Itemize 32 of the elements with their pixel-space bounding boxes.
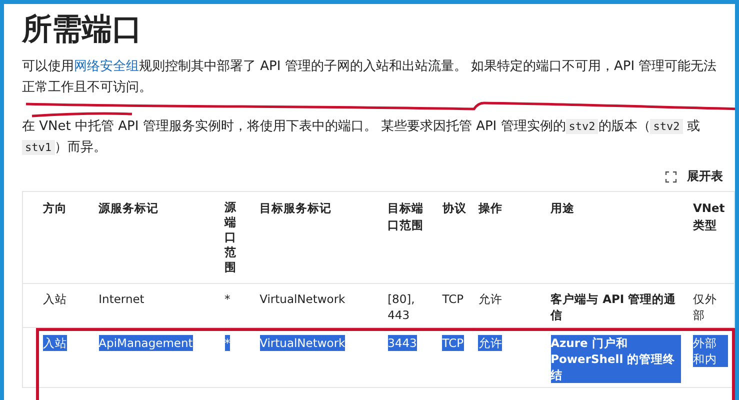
table-cell: 入站 (43, 334, 67, 351)
paragraph: 在 VNet 中托管 API 管理服务实例时，将使用下表中的端口。 某些要求因托管 API 管理实例的 stv2 的版本（ stv2 或 stv1 ）而异。 (22, 118, 701, 157)
column-header: 协议 (436, 192, 472, 284)
table-cell: * (224, 334, 230, 351)
table-cell-text: 仅外部 (692, 290, 718, 323)
column-header: 源服务标记 (92, 192, 219, 284)
table-cell: 外部和内 (692, 334, 728, 367)
page-title: 所需端口 (22, 11, 143, 49)
table-cell: 允许 (478, 290, 502, 307)
table-cell: * (224, 290, 230, 307)
column-header: VNet 类型 (686, 192, 734, 284)
expand-table-button[interactable]: 展开表 (663, 166, 725, 187)
table-cell: 入站 (43, 290, 67, 307)
column-header: 方向 (22, 192, 93, 284)
table-cell: Azure 门户和 PowerShell 的管理终结 (550, 334, 681, 383)
table-cell: VirtualNetwork (260, 290, 346, 307)
column-header: 目标端口范围 (382, 192, 436, 284)
table-cell-text: [80], 443 (388, 290, 416, 323)
table-cell: TCP (442, 290, 464, 307)
table-cell: ApiManagement (98, 334, 193, 351)
table-cell-text: 客户端与 API 管理的通信 (550, 290, 678, 323)
table-cell: TCP (442, 334, 464, 351)
table-cell: VirtualNetwork (260, 334, 346, 351)
column-header: 源端口范围 (218, 192, 254, 284)
column-header: 用途 (544, 192, 687, 284)
column-header: 操作 (472, 192, 545, 284)
link[interactable]: 网络安全组 (74, 59, 139, 74)
table-cell: 3443 (388, 334, 417, 351)
paragraph: 可以使用网络安全组规则控制其中部署了 API 管理的子网的入站和出站流量。 如果特定的端口不可用，API 管理可能无法正常工作且不可访问。 (22, 58, 718, 97)
table-cell: 允许 (478, 334, 502, 351)
column-header: 目标服务标记 (254, 192, 382, 284)
table-cell: Internet (98, 290, 144, 307)
